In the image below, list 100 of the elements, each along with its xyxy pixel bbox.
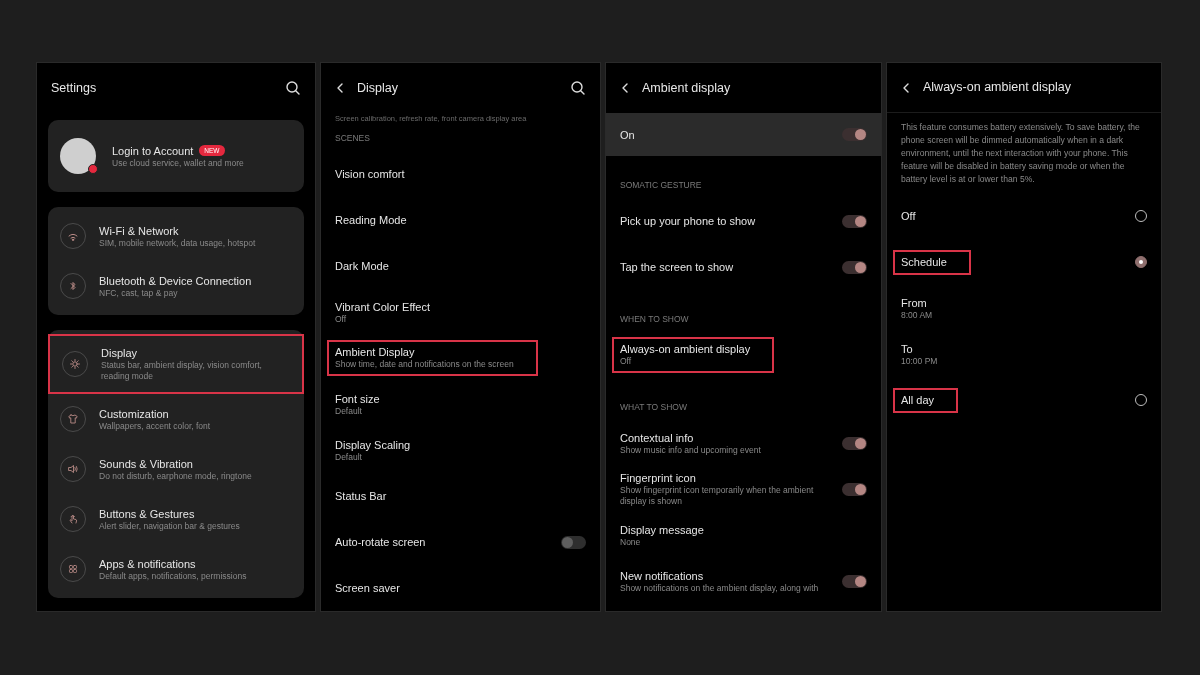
settings-row[interactable]: Screen saver [321,565,600,611]
notification-dot [88,164,98,174]
item-title: Reading Mode [335,213,407,227]
settings-row[interactable]: Ambient Display Show time, date and notifications on the screen [321,335,600,381]
settings-row[interactable]: Status Bar [321,473,600,519]
item-subtitle: Status bar, ambient display, vision comfort, reading mode [101,360,263,382]
settings-row[interactable]: Auto-rotate screen [321,519,600,565]
search-icon[interactable] [285,80,301,96]
grid-icon [66,562,80,576]
settings-item[interactable]: Apps & notifications Default apps, notifications, permissions [48,544,304,594]
item-subtitle: 10:00 PM [901,355,938,367]
item-title: Wi-Fi & Network [99,223,180,238]
toggle-switch[interactable] [842,482,867,496]
item-subtitle: Default [335,405,363,417]
toggle-switch[interactable] [842,214,867,228]
settings-item[interactable]: Bluetooth & Device Connection NFC, cast, tap & pay [48,261,304,311]
settings-row[interactable]: Dark Mode [321,243,600,289]
sun-icon [68,357,82,371]
screen-title: Display [357,79,398,97]
item-title: Display message [620,522,704,537]
item-subtitle: Show notifications on the ambient display, along with [620,582,819,594]
speaker-icon [66,462,80,476]
item-subtitle: Alert slider, navigation bar & gestures [99,520,240,532]
settings-item[interactable]: Display Status bar, ambient display, vision comfort, reading mode [48,334,304,394]
item-title: Status Bar [335,489,387,503]
item-title: Vibrant Color Effect [335,299,430,314]
toggle-switch[interactable] [842,128,867,141]
item-title: Customization [99,406,170,421]
back-icon[interactable] [620,82,630,94]
settings-row[interactable]: Display Scaling Default [321,427,600,473]
settings-row[interactable]: Font size Default [321,381,600,427]
item-title: Always-on ambient display [620,342,751,356]
screen-title: Ambient display [642,79,731,97]
back-icon[interactable] [335,82,345,94]
section-header: SCENES [335,132,370,145]
settings-row[interactable]: Reading Mode [321,197,600,243]
item-subtitle: Wallpapers, accent color, font [99,420,211,432]
settings-row[interactable]: Off [887,193,1161,239]
settings-row[interactable]: Vibrant Color Effect Off [321,289,600,335]
item-title: Buttons & Gestures [99,506,196,521]
settings-row[interactable]: To 10:00 PM [887,331,1161,377]
settings-row[interactable]: Pick up your phone to show [606,198,881,244]
shirt-icon [66,412,80,426]
item-subtitle: Off [620,356,633,367]
item-title: Sounds & Vibration [99,456,194,471]
settings-row[interactable]: Vision comfort [321,151,600,197]
settings-row[interactable]: Contextual info Show music info and upcoming event [606,420,881,466]
settings-row[interactable]: Fingerprint icon Show fingerprint icon temporarily when the ambient display is shown [606,466,881,512]
item-subtitle: Off [335,313,348,325]
item-title: Ambient Display [335,345,416,359]
account-title: Login to Account [112,143,194,158]
item-title: Apps & notifications [99,556,197,571]
settings-row[interactable]: Always-on ambient display Off [606,332,881,378]
section-header: WHEN TO SHOW [620,313,689,326]
item-title: From [901,295,928,310]
settings-row[interactable]: All day [887,377,1161,423]
radio-button[interactable] [1135,256,1147,268]
toggle-switch[interactable] [842,574,867,588]
settings-item[interactable]: Wi-Fi & Network SIM, mobile network, data usage, hotspot [48,211,304,261]
account-subtitle: Use cloud service, wallet and more [112,157,244,169]
item-title: Auto-rotate screen [335,535,426,549]
back-icon[interactable] [901,81,911,94]
master-switch-row[interactable]: On [606,113,881,156]
item-subtitle: Default apps, notifications, permissions [99,570,247,582]
item-title: Screen saver [335,581,400,595]
item-subtitle: Show time, date and notifications on the screen [335,359,514,370]
section-header: WHAT TO SHOW [620,401,687,414]
item-title: To [901,341,914,356]
item-title: All day [901,392,935,407]
toggle-switch[interactable] [561,535,586,549]
settings-row[interactable]: New notifications Show notifications on the ambient display, along with [606,558,881,604]
settings-row[interactable]: From 8:00 AM [887,285,1161,331]
item-subtitle: 8:00 AM [901,309,933,321]
item-title: Vision comfort [335,167,405,181]
settings-row[interactable]: Display message None [606,512,881,558]
item-title: Dark Mode [335,259,389,273]
description-text: This feature consumes battery extensively. To save battery, the phone screen will be dimmed automatically when in a dark environment, until the next interaction with your phone. This feature will be disabled in battery saving mode or when the battery level is at or lower than 5%. [900,121,1141,186]
toggle-switch[interactable] [842,260,867,274]
settings-row[interactable]: Tap the screen to show [606,244,881,290]
item-title: New notifications [620,568,705,583]
item-title: Bluetooth & Device Connection [99,273,252,288]
item-title: Pick up your phone to show [620,214,756,228]
item-title: Display [101,346,139,360]
item-subtitle: Show music info and upcoming event [620,444,761,456]
settings-item[interactable]: Sounds & Vibration Do not disturb, earphone mode, ringtone [48,444,304,494]
toggle-switch[interactable] [842,436,867,450]
settings-item[interactable]: Buttons & Gestures Alert slider, navigation bar & gestures [48,494,304,544]
search-icon[interactable] [570,80,586,96]
item-subtitle: SIM, mobile network, data usage, hotspot [99,237,256,249]
item-subtitle: NFC, cast, tap & pay [99,287,179,299]
item-title: Display Scaling [335,437,411,452]
screen-title: Always-on ambient display [923,79,1071,97]
item-title: Font size [335,391,380,406]
section-header: SOMATIC GESTURE [620,179,702,192]
settings-row[interactable]: Schedule [887,239,1161,285]
settings-item[interactable]: Customization Wallpapers, accent color, font [48,394,304,444]
item-subtitle: Show fingerprint icon temporarily when the ambient display is shown [620,485,815,507]
item-title: Fingerprint icon [620,471,697,485]
item-subtitle: None [620,536,642,548]
screen-title: Settings [51,79,97,97]
